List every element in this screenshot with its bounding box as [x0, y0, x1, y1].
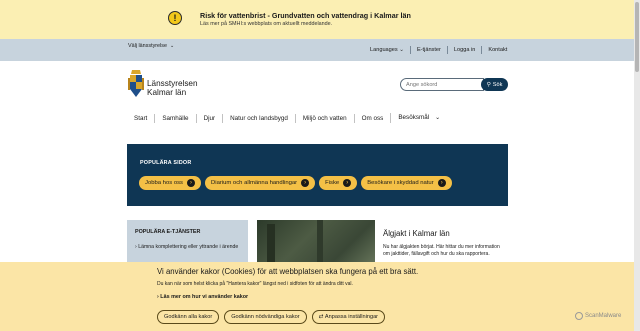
- nav-item-environment[interactable]: Miljö och vatten: [294, 113, 354, 123]
- eservices-title: POPULÄRA E-TJÄNSTER: [135, 229, 201, 235]
- popular-pages-title: POPULÄRA SIDOR: [140, 160, 192, 166]
- watermark-icon: [575, 312, 583, 320]
- warning-icon: !: [168, 11, 182, 25]
- chip-visitors[interactable]: Besökare i skyddad natur ›: [361, 176, 452, 190]
- languages-link[interactable]: Languages ⌄: [364, 46, 410, 54]
- arrow-right-icon: ›: [437, 179, 446, 187]
- accept-all-cookies-button[interactable]: Godkänn alla kakor: [157, 310, 220, 324]
- chip-jobs[interactable]: Jobba hos oss ›: [139, 176, 201, 190]
- search-icon: ⚲: [486, 81, 491, 88]
- cookie-title: Vi använder kakor (Cookies) för att webb…: [157, 267, 419, 276]
- arrow-right-icon: ›: [301, 179, 310, 187]
- alert-banner: ! Risk för vattenbrist - Grundvatten och…: [0, 0, 634, 39]
- page-scrollbar[interactable]: [634, 0, 640, 331]
- nav-item-about[interactable]: Om oss: [353, 113, 391, 123]
- customize-cookies-button[interactable]: ⇄ Anpassa inställningar: [311, 310, 386, 324]
- coat-of-arms-logo[interactable]: [128, 70, 144, 98]
- utility-bar: Välj länsstyrelse ⌄ Languages ⌄ E-tjänste…: [0, 39, 634, 61]
- utility-links: Languages ⌄ E-tjänster Logga in Kontakt: [364, 39, 513, 61]
- login-link[interactable]: Logga in: [446, 46, 481, 54]
- article-title[interactable]: Älgjakt i Kalmar län: [383, 229, 450, 238]
- nav-item-animals[interactable]: Djur: [195, 113, 223, 123]
- cookie-info-link[interactable]: › Läs mer om hur vi använder kakor: [157, 294, 248, 300]
- arrow-right-icon: ›: [343, 179, 352, 187]
- alert-title[interactable]: Risk för vattenbrist - Grundvatten och v…: [200, 11, 411, 20]
- chevron-right-icon: ›: [157, 294, 159, 300]
- chip-diary[interactable]: Diarium och allmänna handlingar ›: [205, 176, 316, 190]
- brand-county[interactable]: Kalmar län: [147, 88, 186, 97]
- chevron-down-icon: ⌄: [399, 47, 404, 53]
- main-nav: Start Samhälle Djur Natur och landsbygd …: [128, 110, 447, 126]
- popular-chips: Jobba hos oss › Diarium och allmänna hand…: [139, 176, 452, 190]
- article-text: Nu har älgjakten börjat. Här hittar du m…: [383, 244, 500, 257]
- search-button[interactable]: ⚲ Sök: [481, 78, 508, 91]
- region-select-label: Välj länsstyrelse: [128, 43, 167, 49]
- chevron-down-icon: ⌄: [169, 43, 175, 49]
- scrollbar-thumb[interactable]: [635, 2, 639, 72]
- nav-item-nature[interactable]: Natur och landsbygd: [222, 113, 295, 123]
- watermark: ScanMalware: [575, 312, 621, 320]
- eservice-link[interactable]: › Lämna komplettering eller yttrande i ä…: [135, 244, 243, 251]
- chevron-down-icon: ⌄: [435, 115, 441, 121]
- chip-fishing[interactable]: Fiske ›: [319, 176, 358, 190]
- chevron-right-icon: ›: [135, 244, 137, 250]
- accept-necessary-cookies-button[interactable]: Godkänn nödvändiga kakor: [224, 310, 307, 324]
- cookie-buttons: Godkänn alla kakor Godkänn nödvändiga ka…: [157, 310, 386, 324]
- nav-item-start[interactable]: Start: [128, 114, 154, 123]
- search-input[interactable]: [400, 78, 484, 91]
- e-services-link[interactable]: E-tjänster: [409, 46, 447, 54]
- cookie-banner: Vi använder kakor (Cookies) för att webb…: [0, 262, 634, 331]
- nav-item-society[interactable]: Samhälle: [154, 113, 195, 123]
- alert-subtitle[interactable]: Läs mer på SMHI:s webbplats om aktuellt …: [200, 21, 332, 27]
- popular-pages-panel: POPULÄRA SIDOR Jobba hos oss › Diarium oc…: [127, 144, 508, 206]
- brand-name[interactable]: Länsstyrelsen: [147, 79, 198, 88]
- region-select[interactable]: Välj länsstyrelse ⌄: [128, 43, 174, 49]
- arrow-right-icon: ›: [187, 179, 195, 187]
- contact-link[interactable]: Kontakt: [481, 46, 513, 54]
- nav-item-attractions[interactable]: Besöksmål ⌄: [390, 113, 447, 123]
- settings-icon: ⇄: [318, 314, 324, 320]
- cookie-subtitle: Du kan när som helst klicka på "Hantera …: [157, 281, 353, 287]
